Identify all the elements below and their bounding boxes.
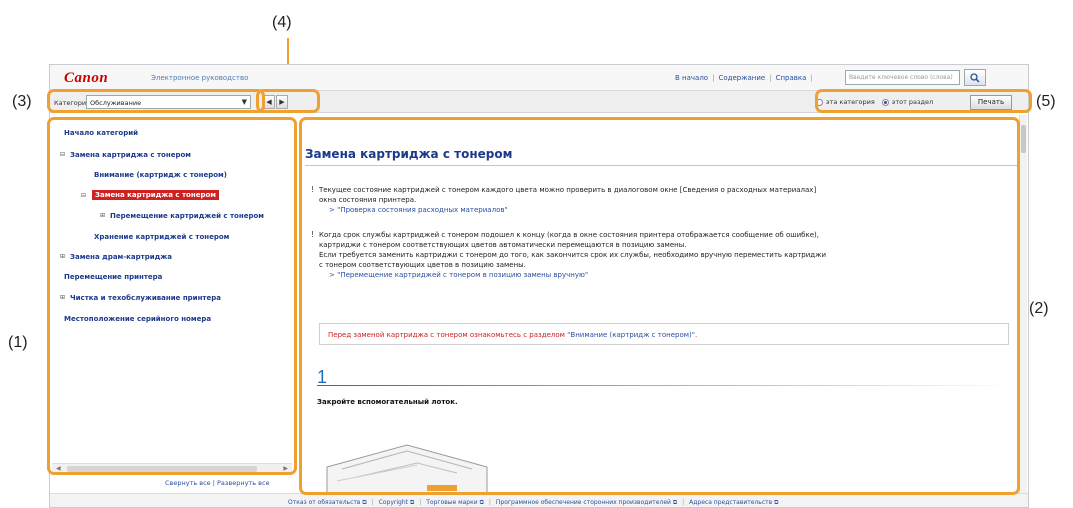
callout-2: (2) (1029, 300, 1049, 317)
external-link-icon: ⧉ (479, 499, 484, 506)
collapse-all-link[interactable]: Свернуть все (165, 479, 211, 487)
external-link-icon: ⧉ (362, 499, 367, 506)
nav-help-link[interactable]: Справка (776, 74, 807, 82)
tree-controls: Свернуть все | Развернуть все (165, 479, 270, 487)
external-link-icon: ⧉ (409, 499, 415, 506)
footer-bar: Отказ от обязательств ⧉ | Copyright ⧉ | Торг… (50, 493, 1028, 507)
highlight-5-search-print (815, 89, 1032, 113)
callout-3: (3) (12, 93, 32, 110)
external-link-icon: ⧉ (774, 499, 779, 506)
magnifier-icon (970, 72, 980, 83)
highlight-4-nav-buttons (256, 89, 320, 113)
callout-5: (5) (1036, 93, 1056, 110)
footer-link-disclaimer[interactable]: Отказ от обязательств (288, 499, 360, 506)
nav-home-link[interactable]: В начало (675, 74, 708, 82)
highlight-3-category (47, 89, 265, 113)
scrollbar-thumb[interactable] (1021, 125, 1026, 153)
footer-link-copyright[interactable]: Copyright (379, 499, 408, 506)
footer-link-trademarks[interactable]: Торговые марки (426, 499, 477, 506)
canon-logo: Canon (64, 70, 109, 86)
callout-4: (4) (272, 14, 292, 31)
manual-title: Электронное руководство (151, 74, 249, 82)
highlight-1-sidebar (47, 117, 297, 475)
header-bar: Canon Электронное руководство В начало | С… (50, 65, 1028, 91)
footer-link-offices[interactable]: Адреса представительств (689, 499, 772, 506)
content-vertical-scrollbar[interactable] (1019, 115, 1027, 493)
expand-all-link[interactable]: Развернуть все (217, 479, 270, 487)
external-link-icon: ⧉ (672, 499, 678, 506)
callout-1: (1) (8, 334, 28, 351)
footer-link-third-party[interactable]: Программное обеспечение сторонних произв… (496, 499, 671, 506)
search-input[interactable]: Введите ключевое слово (слова) (845, 70, 960, 85)
search-button[interactable] (964, 69, 986, 86)
nav-contents-link[interactable]: Содержание (718, 74, 765, 82)
top-nav: В начало | Содержание | Справка | (675, 74, 813, 82)
highlight-2-content (299, 117, 1020, 495)
footer-links: Отказ от обязательств ⧉ | Copyright ⧉ | Торг… (288, 499, 779, 506)
